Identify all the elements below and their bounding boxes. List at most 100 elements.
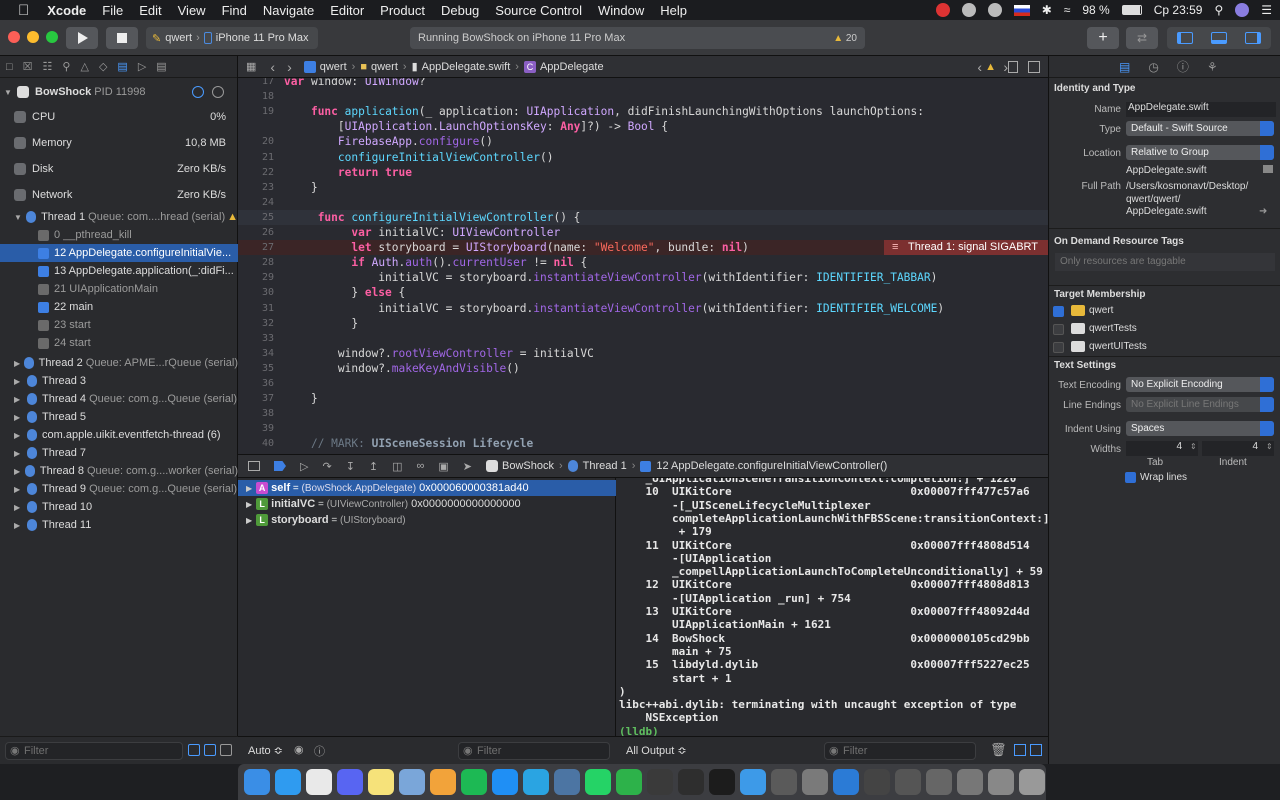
dock-window-icon[interactable] [957, 769, 983, 795]
source-editor[interactable]: ≡ Thread 1: signal SIGABRT 17 var window:… [238, 78, 1048, 454]
code-line[interactable]: 32 } [238, 316, 1048, 331]
battery-icon[interactable] [1121, 5, 1142, 15]
stack-frame-row[interactable]: 0 __pthread_kill [0, 226, 238, 244]
code-line[interactable]: 30 } else { [238, 285, 1048, 300]
thread-row[interactable]: ▶ Thread 8 Queue: com.g....worker (serial… [0, 462, 238, 480]
shield-icon[interactable] [961, 3, 976, 17]
code-line[interactable]: 29 initialVC = storyboard.instantiateVie… [238, 270, 1048, 285]
scheme-selector[interactable]: ✎ qwert › iPhone 11 Pro Max [146, 27, 318, 49]
continue-icon[interactable]: ▷ [300, 460, 308, 473]
menu-navigate[interactable]: Navigate [263, 3, 314, 18]
apple-menu-icon[interactable]:  [18, 2, 29, 19]
thread-row[interactable]: ▶ Thread 11 [0, 516, 238, 534]
quick-look-icon[interactable]: ◉ [294, 743, 304, 756]
show-console-icon[interactable] [1030, 744, 1042, 756]
filter-option-icon[interactable] [204, 744, 216, 756]
breakpoints-toggle-icon[interactable] [274, 461, 286, 471]
info-icon[interactable]: ⓘ [314, 743, 325, 759]
thread-row[interactable]: ▶ com.apple.uikit.eventfetch-thread (6) [0, 426, 238, 444]
process-row[interactable]: ▼ BowShock PID 11998 [0, 83, 238, 101]
location-popup[interactable]: Relative to Group [1126, 145, 1274, 160]
dock-spotify-icon[interactable] [461, 769, 487, 795]
help-icon[interactable]: ⓘ [1177, 58, 1189, 75]
related-items-icon[interactable]: ▦ [246, 60, 256, 73]
stack-frame-row[interactable]: 22 main [0, 298, 238, 316]
stepper-icon[interactable]: ⇕ [1266, 442, 1273, 451]
code-line[interactable]: 35 window?.makeKeyAndVisible() [238, 361, 1048, 376]
zoom-window-button[interactable] [46, 31, 58, 43]
dock-photos-icon[interactable] [430, 769, 456, 795]
encoding-popup[interactable]: No Explicit Encoding [1126, 377, 1274, 392]
stack-frame-row[interactable]: 13 AppDelegate.application(_:didFi... [0, 262, 238, 280]
dock-notes-icon[interactable] [368, 769, 394, 795]
thread-row[interactable]: ▶ Thread 4 Queue: com.g...Queue (serial) [0, 390, 238, 408]
disclosure-icon[interactable]: ▶ [14, 449, 24, 458]
search-icon[interactable]: ⚲ [62, 60, 70, 73]
warning-icon[interactable]: ▲ [985, 61, 996, 73]
menu-source-control[interactable]: Source Control [495, 3, 582, 18]
dock-monitor-icon[interactable] [864, 769, 890, 795]
dock-app-store-icon[interactable] [492, 769, 518, 795]
issue-icon[interactable]: △ [80, 60, 88, 73]
trash-icon[interactable]: 🗑 [990, 742, 1007, 758]
code-line[interactable]: 40 // MARK: UISceneSession Lifecycle [238, 436, 1048, 451]
code-line[interactable]: 24 [238, 195, 1048, 210]
dock-phpstorm-icon[interactable] [647, 769, 673, 795]
dock-preview-icon[interactable] [399, 769, 425, 795]
environment-overrides-icon[interactable]: ▣ [438, 460, 448, 473]
thread-row[interactable]: ▶ Thread 5 [0, 408, 238, 426]
step-over-icon[interactable]: ↷ [322, 460, 331, 473]
split-editor-icon[interactable] [1028, 60, 1040, 73]
dock-window-icon[interactable] [895, 769, 921, 795]
stack-frame-row[interactable]: 21 UIApplicationMain [0, 280, 238, 298]
gauge-row-cpu[interactable]: CPU 0% [0, 108, 238, 126]
code-line[interactable]: 39 [238, 421, 1048, 436]
hide-debug-area-icon[interactable] [248, 461, 260, 471]
hierarchy-icon[interactable]: ☷ [43, 60, 53, 73]
folder-icon[interactable] [1263, 165, 1273, 173]
step-into-icon[interactable]: ↧ [346, 460, 355, 473]
odr-tags-field[interactable]: Only resources are taggable [1055, 253, 1275, 271]
console-output[interactable]: _UIApplicationSceneTransitionContext:com… [616, 478, 1048, 736]
code-line[interactable]: 31 initialVC = storyboard.instantiateVie… [238, 301, 1048, 316]
code-line[interactable]: 22 return true [238, 165, 1048, 180]
warning-indicator[interactable]: ▲ 20 [833, 33, 857, 44]
code-review-button[interactable]: ⇄ [1126, 27, 1158, 49]
disclosure-icon[interactable]: ▶ [14, 503, 24, 512]
output-selector[interactable]: All Output ≎ [626, 744, 687, 757]
dock-whatsapp-icon[interactable] [585, 769, 611, 795]
code-line[interactable]: 25 func configureInitialViewController()… [238, 209, 1048, 225]
wrap-lines-checkbox[interactable] [1125, 472, 1136, 483]
previous-issue-icon[interactable]: ‹ [977, 59, 982, 75]
disclosure-icon[interactable]: ▶ [14, 521, 24, 530]
disclosure-icon[interactable]: ▶ [246, 516, 252, 525]
stack-frame-row[interactable]: 24 start [0, 334, 238, 352]
debug-process[interactable]: BowShock [502, 460, 554, 472]
reveal-arrow-icon[interactable]: ➜ [1259, 206, 1267, 217]
name-field[interactable]: AppDelegate.swift [1126, 102, 1276, 117]
editor-options-icon[interactable] [1008, 60, 1018, 73]
code-line[interactable]: 17 var window: UIWindow? [238, 78, 1048, 89]
debug-thread[interactable]: Thread 1 [583, 460, 627, 472]
dock-telegram-icon[interactable] [523, 769, 549, 795]
disclosure-icon[interactable]: ▶ [14, 359, 21, 368]
dock-sync-icon[interactable] [616, 769, 642, 795]
menu-find[interactable]: Find [222, 3, 247, 18]
dock-window-icon[interactable] [988, 769, 1014, 795]
code-line[interactable]: 18 [238, 89, 1048, 104]
dock-xcode-icon[interactable] [740, 769, 766, 795]
jump-file[interactable]: AppDelegate.swift [422, 61, 511, 73]
test-icon[interactable]: ◇ [99, 60, 107, 73]
notification-badge-icon[interactable] [935, 3, 950, 17]
menu-help[interactable]: Help [660, 3, 687, 18]
gauge-row-disk[interactable]: Disk Zero KB/s [0, 160, 238, 178]
dock-settings-icon[interactable] [802, 769, 828, 795]
filter-option-icon[interactable] [188, 744, 200, 756]
accessibility-icon[interactable]: ⚘ [1207, 60, 1218, 74]
thread-row[interactable]: ▶ Thread 3 [0, 372, 238, 390]
disclosure-icon[interactable]: ▶ [246, 484, 252, 493]
run-button[interactable] [66, 27, 98, 49]
gauge-row-memory[interactable]: Memory 10,8 MB [0, 134, 238, 152]
target-checkbox[interactable] [1053, 324, 1064, 335]
dock-safari-icon[interactable] [275, 769, 301, 795]
